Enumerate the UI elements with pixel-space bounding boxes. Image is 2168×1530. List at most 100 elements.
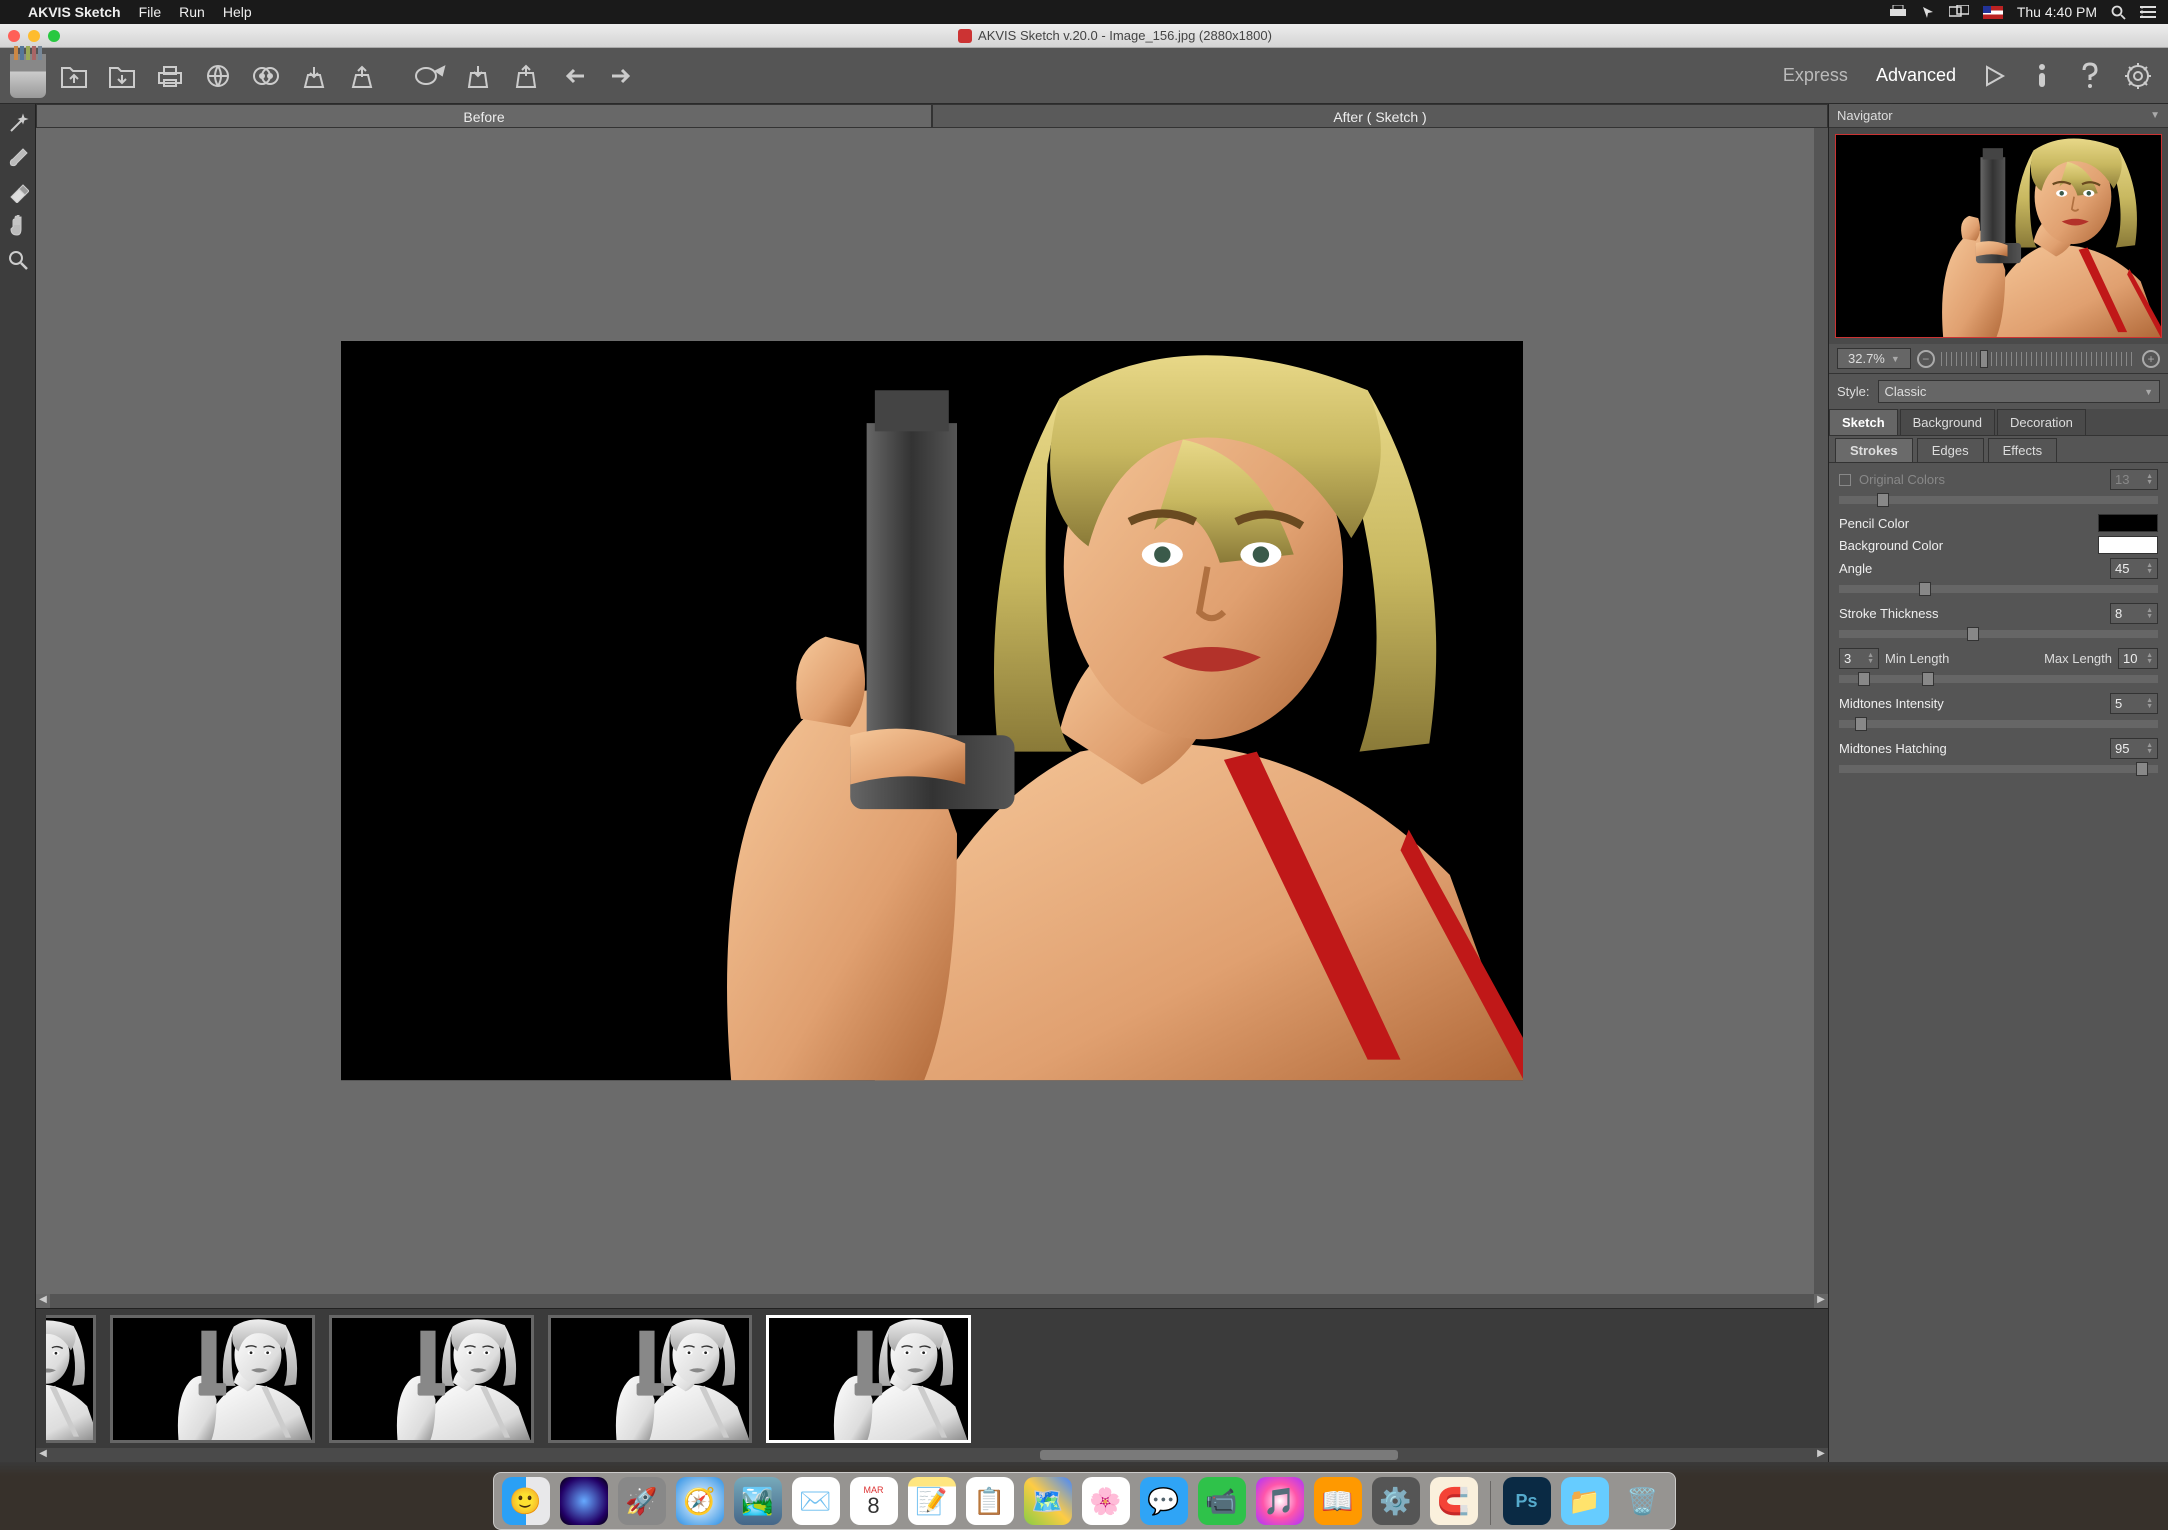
thumbnail-scrollbar[interactable]: ◀▶ xyxy=(36,1448,1828,1462)
help-button[interactable] xyxy=(2070,56,2110,96)
presets-button[interactable] xyxy=(410,56,450,96)
mode-express[interactable]: Express xyxy=(1773,59,1858,92)
canvas-horizontal-scrollbar[interactable]: ◀▶ xyxy=(36,1294,1828,1308)
dock-siri-icon[interactable] xyxy=(560,1477,608,1525)
redo-button[interactable] xyxy=(602,56,642,96)
dock-maps-icon[interactable]: 🗺️ xyxy=(1024,1477,1072,1525)
view-tab-after[interactable]: After ( Sketch ) xyxy=(932,104,1828,128)
angle-slider[interactable] xyxy=(1839,585,2158,593)
menubar-clock[interactable]: Thu 4:40 PM xyxy=(2017,4,2097,20)
left-toolbar xyxy=(0,104,36,1462)
dock-itunes-icon[interactable]: 🎵 xyxy=(1256,1477,1304,1525)
angle-value[interactable]: 45▲▼ xyxy=(2110,558,2158,579)
save-file-button[interactable] xyxy=(102,56,142,96)
import-preset-button[interactable] xyxy=(294,56,334,96)
preset-thumbnail[interactable] xyxy=(329,1315,534,1443)
midtones-hatching-slider[interactable] xyxy=(1839,765,2158,773)
navigator-header[interactable]: Navigator ▼ xyxy=(1829,104,2168,128)
dock-trash-icon[interactable]: 🗑️ xyxy=(1619,1477,1667,1525)
export-preset-button[interactable] xyxy=(342,56,382,96)
menubar-printer-icon[interactable] xyxy=(1889,5,1907,19)
dock-reminders-icon[interactable]: 📋 xyxy=(966,1477,1014,1525)
menu-run[interactable]: Run xyxy=(179,4,205,20)
menubar-displays-icon[interactable] xyxy=(1949,5,1969,19)
preset-thumbnail-selected[interactable] xyxy=(766,1315,971,1443)
preset-thumbnail[interactable] xyxy=(548,1315,753,1443)
dock-photos-icon[interactable]: 🌸 xyxy=(1082,1477,1130,1525)
hand-tool-icon[interactable] xyxy=(4,212,32,240)
dock-settings-icon[interactable]: ⚙️ xyxy=(1372,1477,1420,1525)
import-button[interactable] xyxy=(458,56,498,96)
vertical-scrollbar[interactable] xyxy=(1816,128,1826,142)
tab-sketch[interactable]: Sketch xyxy=(1829,409,1898,435)
undo-button[interactable] xyxy=(554,56,594,96)
preset-thumbnail[interactable] xyxy=(110,1315,315,1443)
dock-messages-icon[interactable]: 💬 xyxy=(1140,1477,1188,1525)
length-range-slider[interactable] xyxy=(1839,675,2158,683)
preset-thumbnail[interactable] xyxy=(46,1315,96,1443)
dock-akvis-icon[interactable]: 🧲 xyxy=(1430,1477,1478,1525)
zoom-slider[interactable] xyxy=(1941,352,2136,366)
midtones-intensity-slider[interactable] xyxy=(1839,720,2158,728)
menubar-menu-icon[interactable] xyxy=(2140,6,2156,18)
tab-edges[interactable]: Edges xyxy=(1917,438,1984,462)
menu-help[interactable]: Help xyxy=(223,4,252,20)
window-traffic-lights[interactable] xyxy=(8,30,60,42)
background-color-swatch[interactable] xyxy=(2098,536,2158,554)
brush-tool-icon[interactable] xyxy=(4,144,32,172)
view-tab-before[interactable]: Before xyxy=(36,104,932,128)
menubar-search-icon[interactable] xyxy=(2111,5,2126,20)
dock-preview-icon[interactable]: 🏞️ xyxy=(734,1477,782,1525)
dock-calendar-icon[interactable]: MAR8 xyxy=(850,1477,898,1525)
print-button[interactable] xyxy=(150,56,190,96)
dock-ibooks-icon[interactable]: 📖 xyxy=(1314,1477,1362,1525)
info-button[interactable] xyxy=(2022,56,2062,96)
chevron-down-icon[interactable]: ▼ xyxy=(2150,110,2160,121)
tab-decoration[interactable]: Decoration xyxy=(1997,409,2086,435)
run-button[interactable] xyxy=(1974,56,2014,96)
batch-button[interactable] xyxy=(246,56,286,96)
menubar-app-name[interactable]: AKVIS Sketch xyxy=(28,4,121,20)
navigator-preview[interactable] xyxy=(1829,128,2168,344)
midtones-hatching-value[interactable]: 95▲▼ xyxy=(2110,738,2158,759)
dock-safari-icon[interactable]: 🧭 xyxy=(676,1477,724,1525)
max-length-value[interactable]: 10▲▼ xyxy=(2118,648,2158,669)
pencil-color-swatch[interactable] xyxy=(2098,514,2158,532)
export-button[interactable] xyxy=(506,56,546,96)
midtones-intensity-value[interactable]: 5▲▼ xyxy=(2110,693,2158,714)
original-colors-value[interactable]: 13▲▼ xyxy=(2110,469,2158,490)
dock-photoshop-icon[interactable]: Ps xyxy=(1503,1477,1551,1525)
dock-mail-icon[interactable]: ✉️ xyxy=(792,1477,840,1525)
zoom-out-button[interactable]: − xyxy=(1917,350,1935,368)
style-select[interactable]: Classic▼ xyxy=(1878,380,2160,403)
zoom-in-button[interactable]: + xyxy=(2142,350,2160,368)
menu-file[interactable]: File xyxy=(139,4,162,20)
dock-downloads-icon[interactable]: 📁 xyxy=(1561,1477,1609,1525)
original-colors-checkbox[interactable] xyxy=(1839,474,1851,486)
dock-launchpad-icon[interactable]: 🚀 xyxy=(618,1477,666,1525)
mode-advanced[interactable]: Advanced xyxy=(1866,59,1966,92)
open-file-button[interactable] xyxy=(54,56,94,96)
stroke-thickness-value[interactable]: 8▲▼ xyxy=(2110,603,2158,624)
tab-background[interactable]: Background xyxy=(1900,409,1995,435)
min-length-value[interactable]: 3▲▼ xyxy=(1839,648,1879,669)
tab-effects[interactable]: Effects xyxy=(1988,438,2058,462)
dock-finder-icon[interactable]: 🙂 xyxy=(502,1477,550,1525)
dock-facetime-icon[interactable]: 📹 xyxy=(1198,1477,1246,1525)
canvas-viewport[interactable] xyxy=(36,128,1828,1294)
stroke-thickness-slider[interactable] xyxy=(1839,630,2158,638)
close-window-button[interactable] xyxy=(8,30,20,42)
tab-strokes[interactable]: Strokes xyxy=(1835,438,1913,462)
original-colors-slider[interactable] xyxy=(1839,496,2158,504)
settings-button[interactable] xyxy=(2118,56,2158,96)
zoom-value[interactable]: 32.7%▼ xyxy=(1837,348,1911,369)
menubar-flag-icon[interactable] xyxy=(1983,6,2003,19)
zoom-tool-icon[interactable] xyxy=(4,246,32,274)
eraser-tool-icon[interactable] xyxy=(4,178,32,206)
magic-tool-icon[interactable] xyxy=(4,110,32,138)
menubar-cursor-icon[interactable] xyxy=(1921,5,1935,19)
dock-notes-icon[interactable]: 📝 xyxy=(908,1477,956,1525)
zoom-window-button[interactable] xyxy=(48,30,60,42)
minimize-window-button[interactable] xyxy=(28,30,40,42)
share-button[interactable] xyxy=(198,56,238,96)
